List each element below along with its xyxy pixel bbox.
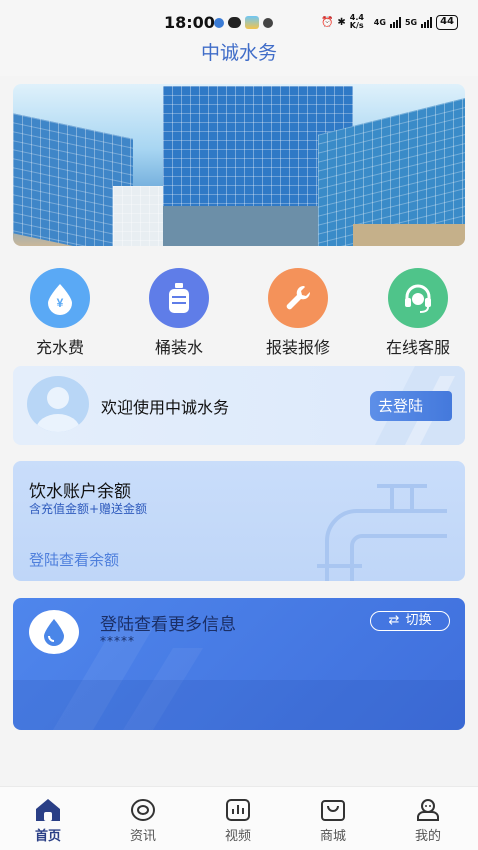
banner-image[interactable] — [13, 84, 465, 246]
notification-icons — [214, 16, 273, 29]
alarm-icon: ⏰ — [320, 16, 334, 28]
yuan-drop-icon: ¥ — [30, 268, 90, 328]
faucet-icon — [317, 484, 447, 581]
info-card-footer — [13, 680, 465, 730]
profile-icon — [393, 797, 463, 823]
tab-profile[interactable]: 我的 — [393, 797, 463, 844]
wrench-icon — [268, 268, 328, 328]
home-icon — [13, 797, 83, 823]
tab-label: 首页 — [34, 829, 61, 844]
info-title[interactable]: 登陆查看更多信息 — [100, 610, 236, 635]
svg-text:¥: ¥ — [57, 296, 64, 310]
headset-icon — [388, 268, 448, 328]
bluetooth-icon: ✱ — [337, 16, 346, 28]
video-icon — [203, 797, 273, 823]
quick-action-label: 桶装水 — [154, 338, 203, 357]
chat-icon — [228, 17, 241, 28]
balance-title: 饮水账户余额 — [29, 482, 131, 502]
bottom-tab-bar: 首页 资讯 视频 商城 我的 — [0, 786, 478, 850]
tab-label: 我的 — [414, 829, 441, 844]
welcome-card: 欢迎使用中诚水务 去登陆 — [13, 366, 465, 445]
ground — [353, 224, 465, 246]
quick-actions: ¥ 充水费 桶装水 报装报修 在线客服 — [0, 268, 478, 357]
quick-action-label: 在线客服 — [385, 338, 450, 357]
masked-account: ***** — [100, 634, 135, 648]
tab-news[interactable]: 资讯 — [108, 797, 178, 844]
avatar[interactable] — [27, 376, 89, 432]
tab-label: 视频 — [224, 829, 251, 844]
quick-action-label: 充水费 — [35, 338, 84, 357]
tab-home[interactable]: 首页 — [13, 797, 83, 844]
quick-action-install-repair[interactable]: 报装报修 — [248, 268, 348, 358]
signal-bars-icon — [389, 16, 401, 28]
signal-4g-label: 4G — [373, 17, 386, 27]
tab-video[interactable]: 视频 — [203, 797, 273, 844]
quick-action-label: 报装报修 — [265, 338, 330, 357]
tab-label: 资讯 — [129, 829, 156, 844]
app-notification-icon — [214, 17, 224, 28]
balance-card[interactable]: 饮水账户余额 含充值金额+赠送金额 登陆查看余额 — [13, 461, 465, 581]
account-info-card: 登陆查看更多信息 ***** ⇄ 切换 — [13, 598, 465, 730]
quick-action-bottled-water[interactable]: 桶装水 — [129, 268, 229, 358]
status-time: 18:00 — [164, 13, 215, 32]
gallery-icon — [245, 16, 259, 29]
water-bucket-icon — [149, 268, 209, 328]
signal-bars-icon — [421, 16, 433, 28]
signal-5g-label: 5G — [404, 17, 418, 27]
system-icons: ⏰ ✱ 4.4 K/s 4G 5G 44 — [321, 14, 458, 30]
page-title: 中诚水务 — [200, 42, 277, 64]
voice-icon — [263, 17, 273, 28]
login-button[interactable]: 去登陆 — [370, 391, 452, 421]
switch-label: 切换 — [405, 613, 432, 628]
switch-account-button[interactable]: ⇄ 切换 — [370, 611, 450, 631]
quick-action-online-service[interactable]: 在线客服 — [368, 268, 468, 358]
building-low — [113, 186, 163, 246]
news-icon — [108, 797, 178, 823]
tab-shop[interactable]: 商城 — [298, 797, 368, 844]
network-speed: 4.4 K/s — [349, 13, 364, 30]
swap-arrows-icon: ⇄ — [388, 613, 400, 628]
welcome-text: 欢迎使用中诚水务 — [101, 398, 230, 417]
quick-action-pay-water[interactable]: ¥ 充水费 — [10, 268, 110, 358]
water-drop-icon — [29, 610, 79, 654]
shop-bag-icon — [298, 797, 368, 823]
battery-icon: 44 — [436, 14, 458, 30]
tab-label: 商城 — [319, 829, 346, 844]
balance-subtitle: 含充值金额+赠送金额 — [29, 502, 148, 516]
view-balance-link[interactable]: 登陆查看余额 — [29, 549, 119, 570]
